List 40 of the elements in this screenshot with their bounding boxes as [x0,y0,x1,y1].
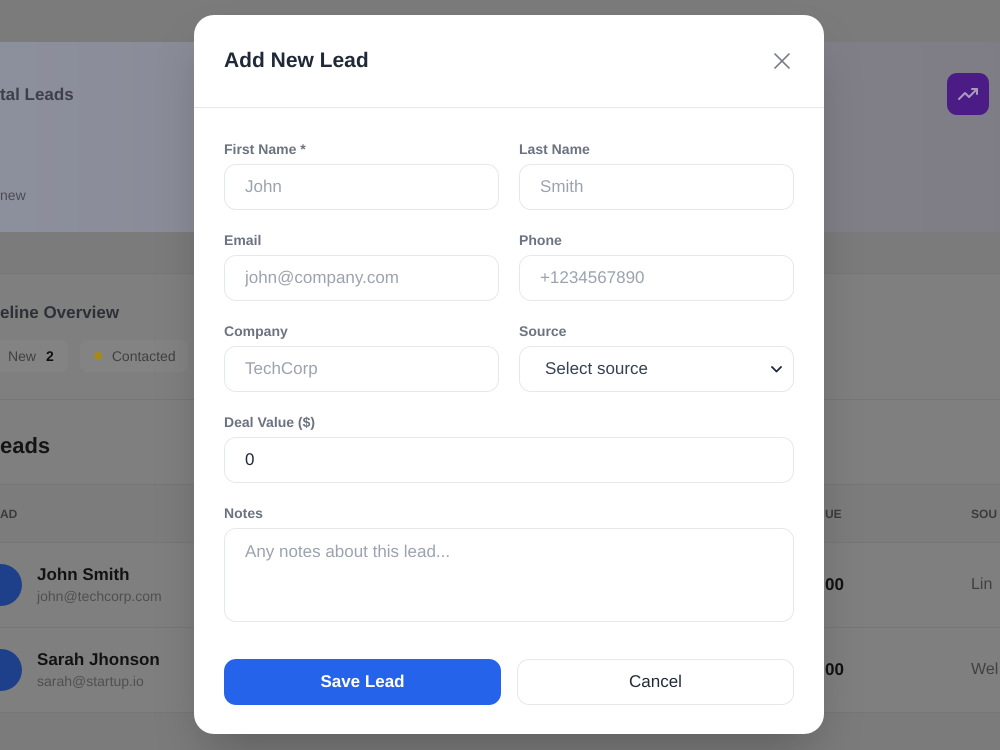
field-label: Company [224,322,288,341]
field-label: Phone [519,231,562,250]
column-header: SOU [971,506,998,520]
card-title: tal Leads [0,84,74,106]
card-note: new [0,186,26,205]
source-select[interactable]: Select source [519,346,794,392]
close-icon [774,53,790,69]
field-label: Last Name [519,140,590,159]
field-label: Deal Value ($) [224,413,316,432]
number-field[interactable]: 0 [224,437,794,483]
input-field[interactable]: Smith [519,164,794,210]
field-label: Email [224,231,262,250]
lead-name: Sarah Jhonson [37,649,160,671]
stage-label: New [8,346,36,366]
section-title: eline Overview [0,302,120,324]
dialog-title: Add New Lead [224,48,369,74]
table-title: eads [0,433,50,458]
cancel-button[interactable]: Cancel [517,659,794,705]
input-field[interactable]: John [224,164,499,210]
input-field[interactable]: TechCorp [224,346,499,392]
trending-up-icon [947,73,989,115]
field-label: Notes [224,504,263,523]
stage-count: 2 [46,346,54,366]
lead-source: Lin [971,576,992,593]
column-header: AD [0,506,18,520]
notes-field[interactable]: Any notes about this lead... [224,528,794,622]
save-button[interactable]: Save Lead [224,659,501,705]
avatar-icon [0,649,22,691]
avatar-icon [0,564,22,606]
input-field[interactable]: +1234567890 [519,255,794,301]
lead-source: Wel [971,661,998,678]
chevron-down-icon [771,366,782,372]
column-header: UE [825,506,842,520]
field-label: Source [519,322,566,341]
lead-name: John Smith [37,564,130,586]
field-label: First Name * [224,140,306,159]
deal-value: 00 [825,575,844,594]
close-button[interactable] [772,51,792,71]
deal-value: 00 [825,660,844,679]
stage-label: Contacted [112,346,176,366]
